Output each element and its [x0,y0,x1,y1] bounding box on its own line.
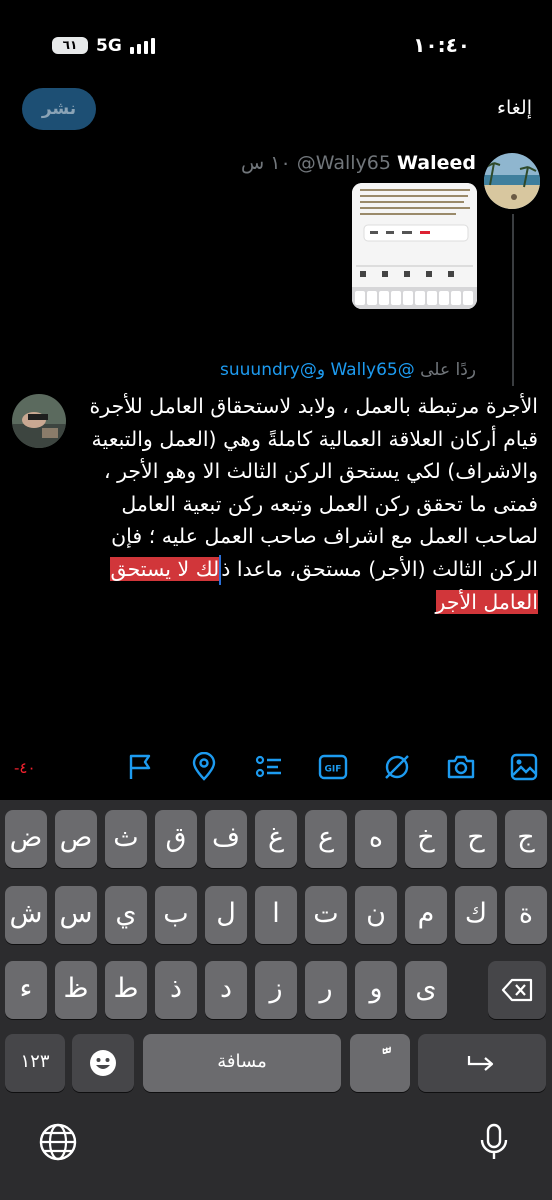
replying-to-prefix: ردًا على [420,360,476,380]
replying-to-handles[interactable]: @Wally65 و@suuundry [220,360,415,380]
user-avatar-image [12,394,66,448]
backspace-key[interactable] [488,961,546,1019]
key-kaf[interactable]: ك [455,886,497,944]
network-type: 5G [96,36,122,56]
tweet-image-thumbnail[interactable] [352,183,477,309]
author-name: Waleed [397,152,476,174]
key-khaa[interactable]: خ [405,810,447,868]
key-raa[interactable]: ر [305,961,347,1019]
diacritics-key[interactable]: ًّ [350,1034,410,1092]
cancel-button[interactable]: إلغاء [497,97,532,119]
key-taa[interactable]: ت [305,886,347,944]
key-dal[interactable]: د [205,961,247,1019]
globe-icon[interactable] [38,1122,78,1162]
microphone-icon[interactable] [474,1122,514,1162]
poll-icon[interactable] [254,752,284,782]
publish-button[interactable]: نشر [22,88,96,130]
thread-line [512,214,514,386]
key-qaf[interactable]: ق [155,810,197,868]
key-faa[interactable]: ف [205,810,247,868]
key-thal[interactable]: ذ [155,961,197,1019]
keyboard: ج ح خ ه ع غ ف ق ث ص ض ة ك م ن ت ا ل ب ي … [0,800,552,1200]
flag-icon[interactable] [125,752,155,782]
key-alif[interactable]: ا [255,886,297,944]
key-dad[interactable]: ض [5,810,47,868]
key-noon[interactable]: ن [355,886,397,944]
image-icon[interactable] [509,752,539,782]
key-taa-marbuta[interactable]: ة [505,886,547,944]
numbers-key[interactable]: ١٢٣ [5,1034,65,1092]
key-thaa[interactable]: ث [105,810,147,868]
camera-icon[interactable] [446,752,476,782]
key-waw[interactable]: و [355,961,397,1019]
space-key[interactable]: مسافة [143,1034,341,1092]
backspace-icon [501,978,533,1002]
status-bar: ٦١ 5G ١٠:٤٠ [0,0,552,90]
key-alif-maqsura[interactable]: ى [405,961,447,1019]
emoji-key[interactable] [72,1034,134,1092]
gif-icon[interactable]: GIF [318,752,348,782]
compose-text-unselected: الأجرة مرتبطة بالعمل ، ولابد لاستحقاق ال… [89,394,538,581]
clock: ١٠:٤٠ [413,33,470,57]
return-icon [467,1056,494,1071]
grok-icon[interactable] [382,752,412,782]
key-ain[interactable]: ع [305,810,347,868]
tweet-compose-input[interactable]: الأجرة مرتبطة بالعمل ، ولابد لاستحقاق ال… [70,390,538,618]
svg-text:GIF: GIF [325,765,342,775]
key-jeem[interactable]: ج [505,810,547,868]
original-author-avatar[interactable] [484,153,540,209]
key-ghain[interactable]: غ [255,810,297,868]
key-lam[interactable]: ل [205,886,247,944]
return-key[interactable] [418,1034,546,1092]
key-zay[interactable]: ز [255,961,297,1019]
user-avatar[interactable] [12,394,66,448]
key-haa[interactable]: ح [455,810,497,868]
key-sad[interactable]: ص [55,810,97,868]
character-count: -٤٠ [14,759,36,777]
compose-toolbar: -٤٠ GIF [0,738,552,796]
key-sheen[interactable]: ش [5,886,47,944]
author-handle: @Wally65 [296,152,391,174]
key-ha[interactable]: ه [355,810,397,868]
tweet-time: ١٠ س [241,152,291,174]
beach-avatar-image [484,153,540,209]
screenshot-image [352,183,477,309]
battery-indicator: ٦١ [52,37,88,54]
key-baa[interactable]: ب [155,886,197,944]
key-meem[interactable]: م [405,886,447,944]
emoji-icon [90,1050,116,1076]
key-hamza[interactable]: ء [5,961,47,1019]
replying-to: ردًا على @Wally65 و@suuundry [220,360,476,380]
original-tweet-header: ١٠ س @Wally65 Waleed [241,152,476,174]
key-taa-heavy[interactable]: ط [105,961,147,1019]
location-icon[interactable] [189,751,219,782]
key-seen[interactable]: س [55,886,97,944]
key-zaa[interactable]: ظ [55,961,97,1019]
key-yaa[interactable]: ي [105,886,147,944]
signal-icon [130,38,155,54]
